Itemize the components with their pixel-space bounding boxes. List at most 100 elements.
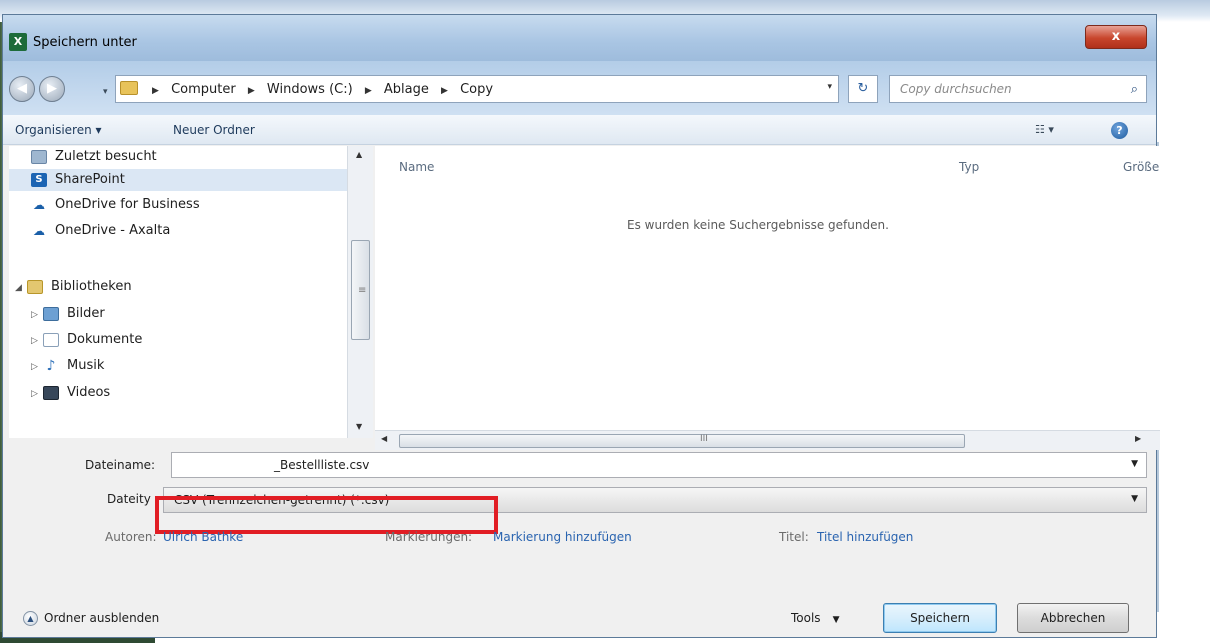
filename-dropdown-icon[interactable]: ▼	[1131, 459, 1138, 469]
filename-value: _Bestellliste.csv	[274, 458, 370, 472]
help-icon[interactable]: ?	[1111, 122, 1128, 139]
onedrive-icon: ☁	[33, 223, 45, 238]
authors-value[interactable]: Ulrich Bathke	[163, 530, 243, 544]
close-button[interactable]: x	[1085, 25, 1147, 49]
file-list-scrollbar[interactable]: ◀ III ▶	[375, 430, 1160, 450]
column-header-size[interactable]: Größe	[1123, 160, 1159, 174]
breadcrumb-windows-c[interactable]: Windows (C:)	[267, 82, 353, 97]
breadcrumb-chevron-icon[interactable]: ▶	[248, 86, 255, 96]
column-header-name[interactable]: Name	[399, 160, 434, 174]
breadcrumb-ablage[interactable]: Ablage	[384, 82, 429, 97]
breadcrumb: ▶ Computer ▶ Windows (C:) ▶ Ablage ▶ Cop…	[144, 82, 493, 97]
hide-folders-button[interactable]: ▲ Ordner ausblenden	[23, 611, 159, 626]
expand-arrow-icon[interactable]: ▷	[31, 330, 43, 352]
chevron-down-icon: ▼	[832, 615, 840, 625]
sidebar-item-dokumente[interactable]: ▷ Dokumente	[31, 329, 351, 351]
scroll-down-icon[interactable]: ▼	[356, 422, 362, 431]
folder-icon	[120, 81, 138, 95]
expand-arrow-icon[interactable]: ▷	[31, 304, 43, 326]
collapse-arrow-icon[interactable]: ◢	[15, 277, 27, 299]
videos-icon	[43, 385, 59, 400]
back-button[interactable]: ◀	[9, 76, 35, 102]
sidebar-item-onedrive-business[interactable]: ☁ OneDrive for Business	[31, 194, 351, 216]
sidebar-item-label: Videos	[67, 385, 111, 400]
expand-arrow-icon[interactable]: ▷	[31, 356, 43, 378]
sidebar-item-sharepoint[interactable]: S SharePoint	[9, 169, 351, 191]
sharepoint-icon: S	[31, 172, 47, 187]
sidebar-item-bibliotheken[interactable]: ◢ Bibliotheken	[15, 276, 351, 298]
libraries-icon	[27, 279, 43, 294]
change-view-icon[interactable]: ☷ ▾	[1035, 123, 1075, 139]
scrollbar-thumb[interactable]: III	[399, 434, 965, 448]
refresh-icon: ↻	[857, 81, 869, 96]
sidebar-item-label: OneDrive for Business	[55, 197, 200, 212]
breadcrumb-computer[interactable]: Computer	[171, 82, 236, 97]
recent-locations-dropdown[interactable]: ▾	[103, 87, 108, 97]
new-folder-button[interactable]: Neuer Ordner	[173, 123, 255, 137]
sidebar-item-bilder[interactable]: ▷ Bilder	[31, 303, 351, 325]
sidebar-item-label: SharePoint	[55, 172, 125, 187]
collapse-up-icon: ▲	[23, 611, 38, 626]
title-value[interactable]: Titel hinzufügen	[817, 530, 913, 544]
filename-field[interactable]: _Bestellliste.csv ▼	[171, 452, 1147, 478]
grip-icon: III	[700, 434, 708, 444]
tools-menu-button[interactable]: Tools ▼	[791, 611, 839, 625]
save-as-dialog: X Speichern unter x ◀ ▶ ▾ ▶ Computer ▶ W…	[2, 14, 1160, 638]
save-button[interactable]: Speichern	[883, 603, 997, 633]
tags-label: Markierungen:	[385, 530, 473, 544]
title-bar[interactable]: X Speichern unter x	[3, 15, 1156, 61]
back-arrow-icon: ◀	[17, 81, 27, 96]
sidebar-item-musik[interactable]: ▷ ♪ Musik	[31, 355, 351, 377]
file-list: Name Typ Größe Es wurden keine Suchergeb…	[375, 146, 1160, 432]
navigation-pane-scrollbar[interactable]: ▲ ≡ ▼	[347, 146, 373, 438]
sidebar-item-label: Bilder	[67, 306, 105, 321]
organize-menu-button[interactable]: Organisieren ▾	[15, 123, 102, 137]
cancel-button[interactable]: Abbrechen	[1017, 603, 1129, 633]
onedrive-icon: ☁	[33, 197, 45, 212]
filetype-dropdown-icon[interactable]: ▼	[1131, 494, 1138, 504]
navigation-pane: Zuletzt besucht S SharePoint ☁ OneDrive fo…	[9, 146, 373, 438]
forward-arrow-icon: ▶	[47, 81, 57, 96]
title-label: Titel:	[779, 530, 809, 544]
hide-folders-label: Ordner ausblenden	[44, 611, 160, 625]
breadcrumb-chevron-icon[interactable]: ▶	[441, 86, 448, 96]
sidebar-item-label: Dokumente	[67, 332, 143, 347]
pictures-icon	[43, 306, 59, 321]
address-dropdown-icon[interactable]: ▾	[827, 82, 832, 92]
forward-button[interactable]: ▶	[39, 76, 65, 102]
breadcrumb-chevron-icon[interactable]: ▶	[152, 86, 159, 96]
breadcrumb-chevron-icon[interactable]: ▶	[365, 86, 372, 96]
scroll-up-icon[interactable]: ▲	[356, 150, 362, 159]
sidebar-item-onedrive-axalta[interactable]: ☁ OneDrive - Axalta	[31, 220, 351, 242]
address-bar[interactable]: ▶ Computer ▶ Windows (C:) ▶ Ablage ▶ Cop…	[115, 75, 839, 103]
window-title: Speichern unter	[33, 35, 137, 50]
sidebar-item-zuletzt-besucht[interactable]: Zuletzt besucht	[31, 146, 351, 168]
desktop-right-area	[1157, 22, 1210, 643]
search-input[interactable]: Copy durchsuchen ⌕	[889, 75, 1147, 103]
breadcrumb-copy[interactable]: Copy	[460, 82, 493, 97]
expand-arrow-icon[interactable]: ▷	[31, 383, 43, 405]
grip-icon: ≡	[358, 285, 367, 296]
sidebar-item-label: OneDrive - Axalta	[55, 223, 171, 238]
sidebar-item-label: Bibliotheken	[51, 279, 132, 294]
command-toolbar: Organisieren ▾ Neuer Ordner ☷ ▾ ?	[3, 115, 1156, 145]
scroll-left-icon[interactable]: ◀	[381, 434, 387, 443]
navigation-bar: ◀ ▶ ▾ ▶ Computer ▶ Windows (C:) ▶ Ablage…	[3, 61, 1156, 115]
refresh-button[interactable]: ↻	[848, 75, 878, 103]
sidebar-item-videos[interactable]: ▷ Videos	[31, 382, 351, 404]
scroll-right-icon[interactable]: ▶	[1135, 434, 1141, 443]
search-icon[interactable]: ⌕	[1131, 82, 1138, 97]
sidebar-item-label: Zuletzt besucht	[55, 149, 157, 164]
recent-places-icon	[31, 149, 47, 164]
column-header-type[interactable]: Typ	[959, 160, 979, 174]
sidebar-item-label: Musik	[67, 358, 105, 373]
documents-icon	[43, 332, 59, 347]
excel-app-icon: X	[9, 33, 27, 51]
filename-label: Dateiname:	[85, 458, 156, 472]
music-icon: ♪	[46, 357, 56, 374]
empty-results-message: Es wurden keine Suchergebnisse gefunden.	[627, 218, 889, 232]
tags-value[interactable]: Markierung hinzufügen	[493, 530, 632, 544]
scrollbar-thumb[interactable]: ≡	[351, 240, 370, 340]
search-placeholder: Copy durchsuchen	[900, 82, 1012, 96]
annotation-highlight-box	[155, 496, 498, 534]
